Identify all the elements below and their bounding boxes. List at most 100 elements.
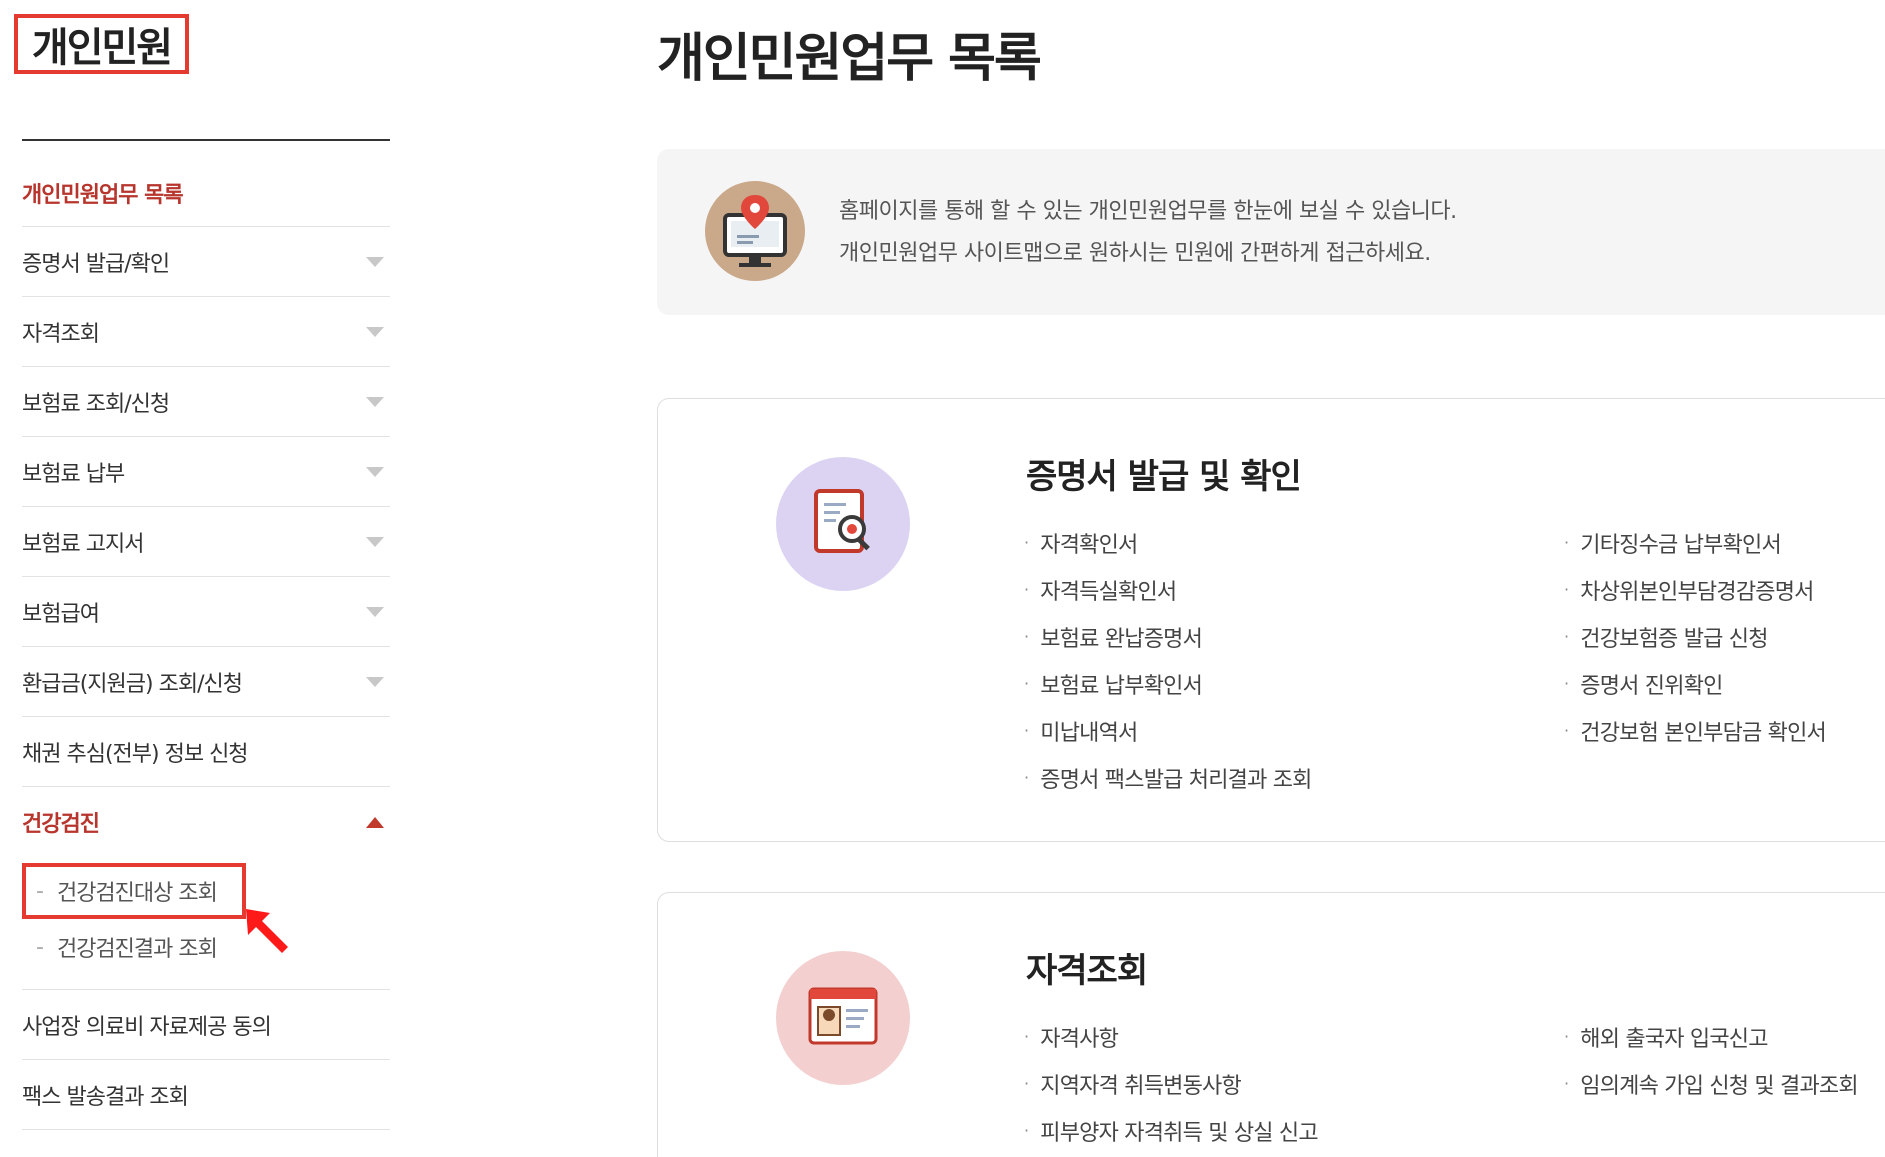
caret-down-icon <box>366 676 384 687</box>
page-title: 개인민원업무 목록 <box>657 29 1042 89</box>
link-list-left: · 자격사항 · 지역자격 취득변동사항 · 피부양자 자격취득 및 상실 신고 <box>1024 1013 1319 1154</box>
sidebar-item-label: 환급금(지원금) 조회/신청 <box>22 671 243 697</box>
link-item[interactable]: · 건강보험 본인부담금 확인서 <box>1564 707 1827 754</box>
sidebar-title: 개인민원 <box>14 14 189 74</box>
link-label: 자격사항 <box>1040 1026 1119 1052</box>
sidebar-item-premium-notice[interactable]: 보험료 고지서 <box>22 507 390 577</box>
link-label: 보험료 완납증명서 <box>1040 626 1203 652</box>
bullet-icon: · <box>1024 1074 1029 1093</box>
bullet-icon: · <box>1564 627 1569 646</box>
submenu-item-checkup-result[interactable]: - 건강검진결과 조회 <box>22 919 390 975</box>
link-item[interactable]: · 기타징수금 납부확인서 <box>1564 519 1826 566</box>
caret-down-icon <box>366 606 384 617</box>
sidebar-item-label: 팩스 발송결과 조회 <box>22 1084 189 1110</box>
link-label: 증명서 팩스발급 처리결과 조회 <box>1040 767 1312 793</box>
sidebar-item-benefits[interactable]: 보험급여 <box>22 577 390 647</box>
monitor-pin-icon <box>705 181 805 281</box>
sidebar-item-label: 보험료 납부 <box>22 461 125 487</box>
caret-down-icon <box>366 536 384 547</box>
sidebar-item-label: 보험료 고지서 <box>22 531 144 557</box>
id-card-icon <box>776 951 910 1085</box>
dash-icon: - <box>36 878 44 904</box>
sidebar-item-eligibility[interactable]: 자격조회 <box>22 297 390 367</box>
link-item[interactable]: · 자격득실확인서 <box>1024 566 1312 613</box>
link-list-left: · 자격확인서 · 자격득실확인서 · 보험료 완납증명서 · 보험료 납부확인서 · 미… <box>1024 519 1312 801</box>
sidebar-item-label: 건강검진 <box>22 812 100 837</box>
caret-down-icon <box>366 256 384 267</box>
sidebar-divider <box>22 139 390 141</box>
sidebar-menu: 개인민원업무 목록 증명서 발급/확인 자격조회 보험료 조회/신청 보험료 납… <box>22 159 390 1130</box>
section-title: 증명서 발급 및 확인 <box>1026 457 1302 497</box>
link-item[interactable]: · 건강보험증 발급 신청 <box>1564 613 1826 660</box>
link-label: 피부양자 자격취득 및 상실 신고 <box>1040 1120 1318 1146</box>
sidebar-item-list[interactable]: 개인민원업무 목록 <box>22 159 390 227</box>
sidebar-item-label: 사업장 의료비 자료제공 동의 <box>22 1014 272 1040</box>
link-item[interactable]: · 피부양자 자격취득 및 상실 신고 <box>1024 1107 1319 1154</box>
bullet-icon: · <box>1024 1121 1029 1140</box>
sidebar-item-premium-payment[interactable]: 보험료 납부 <box>22 437 390 507</box>
sidebar-item-premium-inquiry[interactable]: 보험료 조회/신청 <box>22 367 390 437</box>
link-item[interactable]: · 지역자격 취득변동사항 <box>1024 1060 1318 1107</box>
sidebar-submenu-wrapper: - 건강검진대상 조회 - 건강검진결과 조회 <box>22 857 390 990</box>
sidebar-item-label: 개인민원업무 목록 <box>22 182 184 208</box>
bullet-icon: · <box>1024 1027 1029 1046</box>
sidebar-item-label: 채권 추심(전부) 정보 신청 <box>22 741 249 767</box>
link-label: 지역자격 취득변동사항 <box>1040 1073 1241 1099</box>
link-label: 자격득실확인서 <box>1040 579 1177 605</box>
link-item[interactable]: · 차상위본인부담경감증명서 <box>1564 566 1826 613</box>
link-label: 임의계속 가입 신청 및 결과조회 <box>1580 1073 1858 1099</box>
link-label: 차상위본인부담경감증명서 <box>1580 579 1814 605</box>
link-item[interactable]: · 자격사항 <box>1024 1013 1318 1060</box>
bullet-icon: · <box>1024 627 1029 646</box>
sidebar-item-label: 자격조회 <box>22 321 100 347</box>
link-label: 미납내역서 <box>1040 720 1138 746</box>
bullet-icon: · <box>1564 533 1569 552</box>
link-item[interactable]: · 임의계속 가입 신청 및 결과조회 <box>1564 1060 1859 1107</box>
caret-up-icon <box>366 816 384 828</box>
link-label: 건강보험증 발급 신청 <box>1580 626 1768 652</box>
sidebar-item-label: 보험급여 <box>22 601 100 627</box>
info-line-2: 개인민원업무 사이트맵으로 원하시는 민원에 간편하게 접근하세요. <box>839 241 1431 266</box>
section-card-certificates: 증명서 발급 및 확인 · 자격확인서 · 자격득실확인서 · 보험료 완납증명서 ·… <box>657 398 1885 842</box>
link-label: 해외 출국자 입국신고 <box>1580 1026 1768 1052</box>
sidebar-item-label: 보험료 조회/신청 <box>22 391 170 417</box>
pointer-arrow-icon <box>246 909 288 953</box>
link-label: 자격확인서 <box>1040 532 1138 558</box>
bullet-icon: · <box>1024 768 1029 787</box>
link-label: 보험료 납부확인서 <box>1040 673 1203 699</box>
link-label: 증명서 진위확인 <box>1580 673 1723 699</box>
link-item[interactable]: · 증명서 팩스발급 처리결과 조회 <box>1024 754 1312 801</box>
submenu-item-label: 건강검진결과 조회 <box>56 937 218 962</box>
link-item[interactable]: · 보험료 완납증명서 <box>1024 613 1312 660</box>
bullet-icon: · <box>1024 580 1029 599</box>
caret-down-icon <box>366 326 384 337</box>
link-item[interactable]: · 증명서 진위확인 <box>1564 660 1826 707</box>
sidebar-item-fax-result[interactable]: 팩스 발송결과 조회 <box>22 1060 390 1130</box>
link-item[interactable]: · 해외 출국자 입국신고 <box>1564 1013 1858 1060</box>
dash-icon: - <box>36 934 44 960</box>
bullet-icon: · <box>1024 721 1029 740</box>
link-item[interactable]: · 미납내역서 <box>1024 707 1312 754</box>
sidebar-item-health-checkup[interactable]: 건강검진 <box>22 787 390 857</box>
link-item[interactable]: · 보험료 납부확인서 <box>1024 660 1312 707</box>
link-item[interactable]: · 자격확인서 <box>1024 519 1312 566</box>
link-list-right: · 해외 출국자 입국신고 · 임의계속 가입 신청 및 결과조회 <box>1564 1013 1859 1107</box>
document-search-icon <box>776 457 910 591</box>
link-label: 기타징수금 납부확인서 <box>1580 532 1781 558</box>
submenu-item-checkup-target[interactable]: - 건강검진대상 조회 <box>22 863 246 919</box>
sidebar-item-certificates[interactable]: 증명서 발급/확인 <box>22 227 390 297</box>
section-title: 자격조회 <box>1026 951 1148 991</box>
bullet-icon: · <box>1024 533 1029 552</box>
caret-down-icon <box>366 396 384 407</box>
sidebar-submenu: - 건강검진대상 조회 - 건강검진결과 조회 <box>22 857 390 990</box>
sidebar-item-debt-collection[interactable]: 채권 추심(전부) 정보 신청 <box>22 717 390 787</box>
caret-down-icon <box>366 466 384 477</box>
bullet-icon: · <box>1564 1074 1569 1093</box>
sidebar-item-medical-consent[interactable]: 사업장 의료비 자료제공 동의 <box>22 990 390 1060</box>
link-list-right: · 기타징수금 납부확인서 · 차상위본인부담경감증명서 · 건강보험증 발급 신청 … <box>1564 519 1827 754</box>
sidebar-item-refunds[interactable]: 환급금(지원금) 조회/신청 <box>22 647 390 717</box>
link-label: 건강보험 본인부담금 확인서 <box>1580 720 1826 746</box>
section-card-eligibility: 자격조회 · 자격사항 · 지역자격 취득변동사항 · 피부양자 자격취득 및 상실 … <box>657 892 1885 1157</box>
info-line-1: 홈페이지를 통해 할 수 있는 개인민원업무를 한눈에 보실 수 있습니다. <box>839 199 1457 224</box>
bullet-icon: · <box>1564 580 1569 599</box>
